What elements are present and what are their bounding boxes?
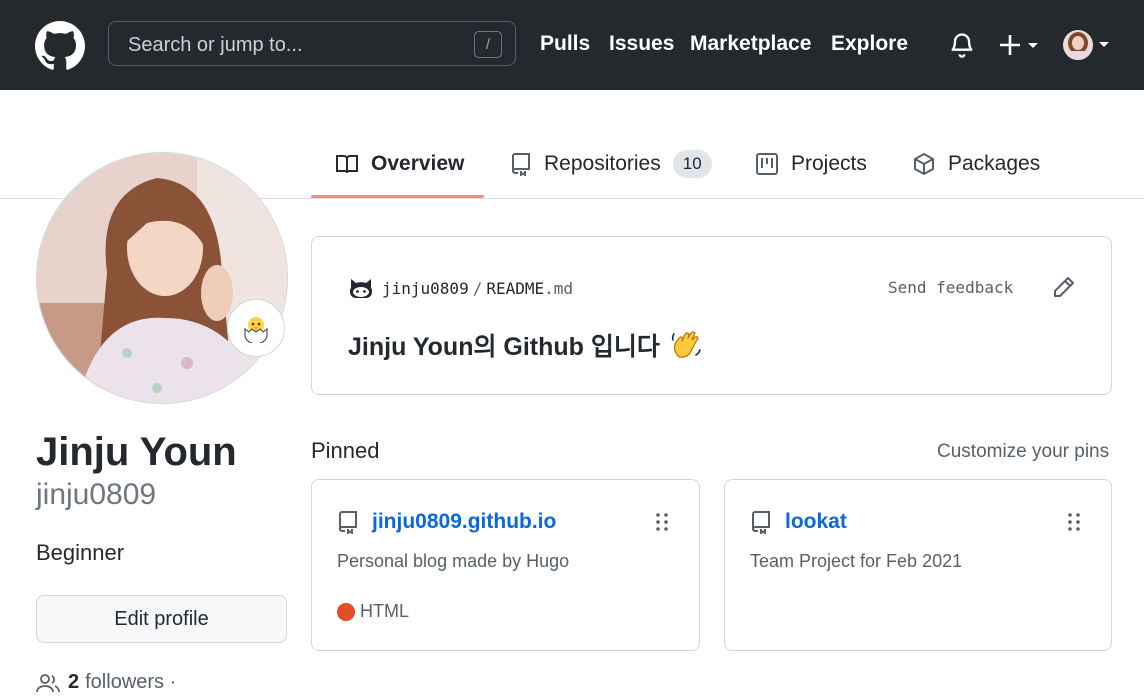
pinned-repo-card: jinju0809.github.io Personal blog made b…	[311, 479, 700, 651]
tab-packages-label: Packages	[948, 152, 1041, 175]
status-emoji[interactable]	[227, 299, 285, 357]
user-menu-avatar[interactable]	[1063, 29, 1113, 61]
search-shortcut-key: /	[474, 31, 502, 58]
nav-issues[interactable]: Issues	[609, 32, 674, 56]
profile-full-name: Jinju Youn	[36, 430, 237, 474]
profile-bio: Beginner	[36, 540, 125, 565]
pencil-icon[interactable]	[1052, 275, 1076, 299]
pinned-repo-name[interactable]: jinju0809.github.io	[372, 510, 556, 534]
pinned-repo-name[interactable]: lookat	[785, 510, 847, 534]
package-icon	[914, 153, 934, 175]
pinned-repo-card: lookat Team Project for Feb 2021	[724, 479, 1112, 651]
readme-owner-link[interactable]: jinju0809	[382, 279, 469, 298]
tab-packages[interactable]: Packages	[912, 144, 1040, 184]
nav-explore[interactable]: Explore	[831, 32, 908, 56]
edit-profile-button[interactable]: Edit profile	[36, 595, 287, 643]
global-header: Search or jump to... / Pulls Issues Mark…	[0, 0, 1144, 90]
search-input[interactable]: Search or jump to...	[128, 34, 303, 57]
plus-icon[interactable]	[998, 30, 1044, 60]
drag-handle-icon[interactable]	[1067, 512, 1081, 532]
language-color-dot	[337, 602, 355, 621]
pinned-repo-language-name: HTML	[360, 601, 409, 621]
send-feedback-link[interactable]: Send feedback	[888, 278, 1013, 297]
followers-link[interactable]: 2 followers ·	[36, 671, 176, 694]
followers-count: 2	[68, 671, 80, 693]
readme-heading: Jinju Youn의 Github 입니다	[348, 327, 702, 363]
pinned-repo-description: Team Project for Feb 2021	[750, 551, 963, 571]
tab-repositories-label: Repositories	[544, 152, 661, 175]
nav-pulls[interactable]: Pulls	[540, 32, 590, 56]
bell-icon[interactable]	[948, 31, 976, 59]
tab-projects[interactable]: Projects	[755, 144, 867, 184]
hatching-chick-icon	[244, 317, 268, 343]
tab-projects-label: Projects	[791, 152, 867, 175]
readme-file-name: README	[486, 278, 545, 298]
repo-icon	[338, 511, 357, 534]
tab-overview-label: Overview	[371, 152, 465, 175]
github-logo-icon[interactable]	[35, 21, 85, 71]
customize-pins-link[interactable]: Customize your pins	[937, 441, 1109, 463]
readme-path: jinju0809 / README .md	[348, 277, 573, 299]
book-icon	[336, 155, 358, 174]
pinned-repo-language: HTML	[337, 601, 409, 622]
people-icon	[36, 673, 60, 692]
repositories-count-badge: 10	[672, 150, 712, 178]
repo-icon	[751, 511, 770, 534]
profile-username: jinju0809	[36, 478, 157, 511]
profile-avatar[interactable]	[36, 152, 288, 404]
profile-readme-card: jinju0809 / README .md Send feedback Jinj…	[311, 236, 1112, 395]
pinned-repo-description: Personal blog made by Hugo	[337, 551, 570, 571]
readme-path-separator: /	[472, 278, 483, 298]
project-icon	[756, 153, 778, 175]
tab-repositories[interactable]: Repositories 10	[510, 144, 712, 184]
waving-hand-icon	[671, 331, 701, 358]
drag-handle-icon[interactable]	[655, 512, 669, 532]
octocat-icon	[350, 279, 372, 298]
followers-label: followers ·	[85, 671, 177, 693]
readme-heading-text: Jinju Youn의 Github 입니다	[348, 333, 660, 361]
selected-tab-indicator	[311, 195, 484, 198]
readme-file-ext: .md	[544, 278, 574, 298]
search-box[interactable]: Search or jump to... /	[108, 21, 516, 66]
pinned-section-title: Pinned	[311, 438, 380, 463]
tab-overview[interactable]: Overview	[335, 144, 464, 184]
nav-marketplace[interactable]: Marketplace	[690, 32, 811, 56]
repo-icon	[511, 153, 530, 176]
